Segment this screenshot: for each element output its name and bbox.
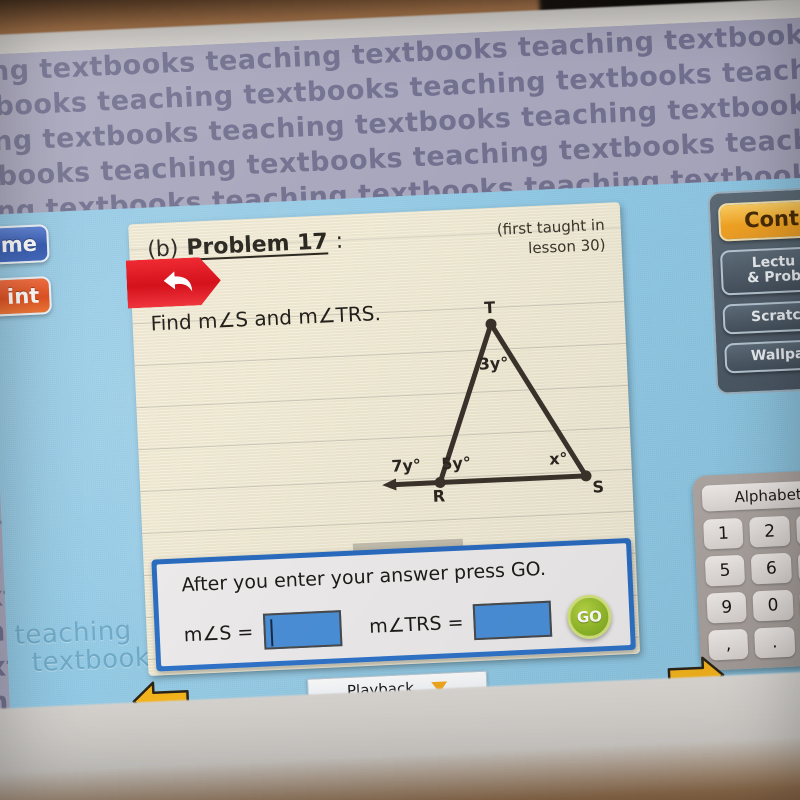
keypad-grid: 12356790⌫,.+ xyxy=(703,513,800,661)
lesson-reference: (first taught in lesson 30) xyxy=(496,215,606,260)
vertex-label-S: S xyxy=(592,477,605,497)
teaching-textbooks-logo: teaching textbooks xyxy=(14,616,166,678)
scratchpad-label: Scratc xyxy=(750,307,800,326)
problem-title-colon: : xyxy=(335,228,344,255)
segment-TS xyxy=(488,321,589,479)
lecture-problems-line-2: & Prob xyxy=(746,268,800,287)
keypad-key-9[interactable]: 9 xyxy=(706,591,748,624)
keypad-key-2[interactable]: 2 xyxy=(749,515,791,548)
angle-label-x: x° xyxy=(548,448,568,469)
keypad-key-1[interactable]: 1 xyxy=(703,517,744,550)
keypad-key-0[interactable]: 0 xyxy=(752,589,794,622)
vertex-label-T: T xyxy=(483,297,496,318)
geometry-figure: T R S 3y° 7y° 5y° x° xyxy=(372,297,622,523)
angle-label-3y: 3y° xyxy=(478,353,509,374)
home-button[interactable]: ome xyxy=(0,224,50,267)
hint-button[interactable]: int xyxy=(0,276,53,319)
wallpaper-label: Wallpa xyxy=(750,345,800,365)
home-button-label: ome xyxy=(0,231,38,258)
segment-RS xyxy=(437,473,589,486)
continue-button-label: Cont xyxy=(743,206,800,233)
angle-label-7y: 7y° xyxy=(390,455,422,476)
answer-label-angle-trs: m∠TRS = xyxy=(368,611,464,638)
triangle-diagram xyxy=(382,318,592,491)
ray-arrowhead xyxy=(382,478,397,491)
laptop-photo: teaching textbooks teaching textbooks te… xyxy=(0,0,800,800)
right-sidebar: Cont Lectu & Prob Scratc Wallpa xyxy=(707,186,800,395)
continue-button[interactable]: Cont xyxy=(717,198,800,242)
ray-R-left xyxy=(389,480,443,488)
angle-label-5y: 5y° xyxy=(440,453,472,474)
left-sidebar: ome int xyxy=(0,224,59,333)
answer-input-angle-s[interactable] xyxy=(262,610,343,650)
hint-button-label: int xyxy=(6,283,40,309)
scratchpad-button[interactable]: Scratc xyxy=(722,299,800,335)
wallpaper-button[interactable]: Wallpa xyxy=(724,338,800,374)
logo-line-2: textbooks xyxy=(31,641,166,678)
answer-label-angle-s: m∠S = xyxy=(183,621,254,647)
answer-instructions: After you enter your answer press GO. xyxy=(181,557,547,597)
lecture-problems-label: Lectu & Prob xyxy=(746,253,800,287)
go-button[interactable]: GO xyxy=(566,593,613,640)
onscreen-keypad: Alphabet 12356790⌫,.+ xyxy=(692,469,800,671)
back-arrow-icon xyxy=(160,266,197,298)
answer-input-angle-trs[interactable] xyxy=(472,600,553,641)
keypad-key-3[interactable]: 3 xyxy=(795,513,800,546)
laptop-screen: teaching textbooks teaching textbooks te… xyxy=(0,15,800,769)
lecture-problems-button[interactable]: Lectu & Prob xyxy=(719,245,800,296)
app-window: teaching textbooks ome int (b) Problem 1… xyxy=(0,177,800,737)
alphabet-toggle-button[interactable]: Alphabet xyxy=(701,479,800,512)
keypad-key-6[interactable]: 6 xyxy=(751,552,792,585)
answer-panel: After you enter your answer press GO. m∠… xyxy=(151,537,636,672)
vertex-label-R: R xyxy=(432,486,446,506)
keypad-key-5[interactable]: 5 xyxy=(704,554,746,587)
keypad-key-.[interactable]: . xyxy=(754,626,796,659)
